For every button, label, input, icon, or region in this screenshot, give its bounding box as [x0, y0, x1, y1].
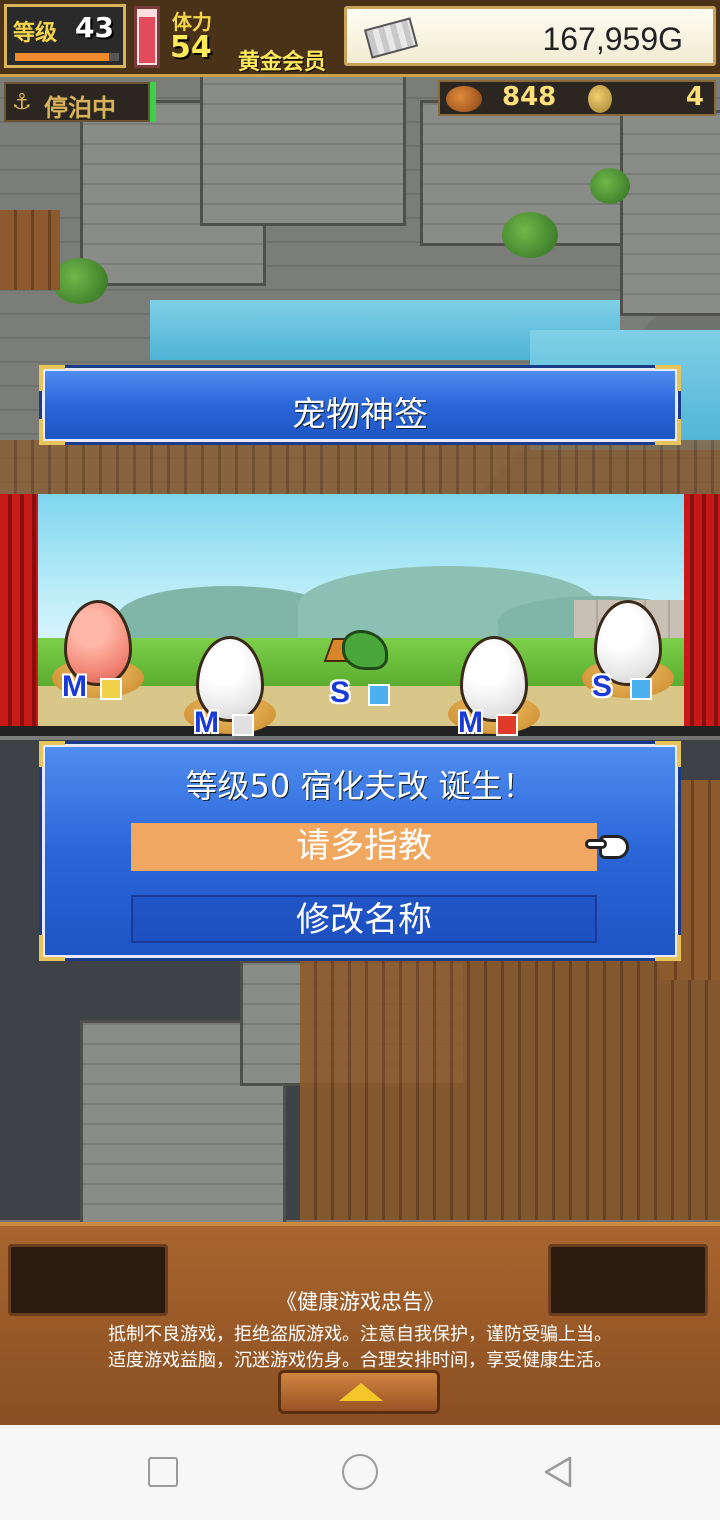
element-icon: [100, 678, 122, 700]
top-hud: 等级 43 体力 54 黄金会员 167,959G: [0, 0, 720, 77]
element-icon: [496, 714, 518, 736]
result-dialog: 等级50 宿化夫改 诞生！ 请多指教 修改名称: [39, 741, 681, 961]
resource-bar[interactable]: 848 4: [438, 80, 716, 116]
hand-pointer-icon: [585, 831, 633, 861]
egg-item[interactable]: M: [52, 578, 144, 703]
system-nav-bar: [0, 1425, 720, 1520]
egg-size-label: S: [330, 676, 351, 709]
egg-item[interactable]: M: [448, 614, 540, 739]
stamina-value: 54: [170, 30, 212, 65]
egg-stage: M M S M S: [0, 494, 720, 739]
meat-icon: [446, 86, 482, 112]
footer-panel: 《健康游戏忠告》 抵制不良游戏，拒绝盗版游戏。注意自我保护，谨防受骗上当。 适度…: [0, 1222, 720, 1425]
rename-button[interactable]: 修改名称: [131, 895, 597, 943]
result-message: 等级50 宿化夫改 诞生！: [185, 767, 535, 805]
level-value: 43: [75, 11, 114, 44]
expand-menu-button[interactable]: [278, 1370, 440, 1414]
membership-badge[interactable]: 黄金会员: [238, 44, 326, 76]
recents-button[interactable]: [148, 1457, 178, 1487]
home-button[interactable]: [342, 1454, 378, 1490]
stamina-gauge: [134, 6, 160, 68]
element-icon: [630, 678, 652, 700]
dock-indicator: [150, 82, 156, 122]
element-icon: [368, 684, 390, 706]
anchor-icon: ⚓: [12, 90, 32, 115]
dialog-title-panel: 宠物神签: [39, 365, 681, 445]
element-icon: [232, 714, 254, 736]
dock-status-badge[interactable]: ⚓ 停泊中: [4, 82, 150, 122]
back-button[interactable]: [540, 1454, 576, 1490]
medal-value: 4: [685, 82, 704, 112]
confirm-button[interactable]: 请多指教: [131, 823, 597, 871]
health-notice-line: 抵制不良游戏，拒绝盗版游戏。注意自我保护，谨防受骗上当。: [108, 1324, 612, 1345]
money-value: 167,959G: [542, 21, 683, 57]
level-label: 等级: [13, 21, 58, 46]
egg-item[interactable]: M: [184, 614, 276, 739]
egg-size-label: S: [592, 670, 613, 703]
egg-size-label: M: [194, 706, 219, 739]
silver-bar-icon: [363, 17, 419, 59]
triangle-up-icon: [339, 1383, 383, 1401]
level-progress-bar: [15, 53, 119, 61]
money-display[interactable]: 167,959G: [344, 6, 716, 66]
curtain-right: [682, 494, 720, 726]
pet-item[interactable]: S: [323, 614, 408, 709]
dock-status-label: 停泊中: [44, 94, 116, 122]
dragon-pet-sprite: [323, 624, 398, 676]
level-box[interactable]: 等级 43: [4, 4, 126, 68]
egg-item[interactable]: S: [582, 578, 674, 703]
health-notice-line: 适度游戏益脑，沉迷游戏伤身。合理安排时间，享受健康生活。: [108, 1350, 612, 1371]
egg-size-label: M: [62, 670, 87, 703]
coin-icon: [588, 85, 612, 113]
dialog-title: 宠物神签: [292, 395, 428, 435]
health-notice-title: 《健康游戏忠告》: [276, 1290, 444, 1314]
egg-size-label: M: [458, 706, 483, 739]
curtain-left: [0, 494, 38, 726]
food-value: 848: [502, 82, 557, 112]
